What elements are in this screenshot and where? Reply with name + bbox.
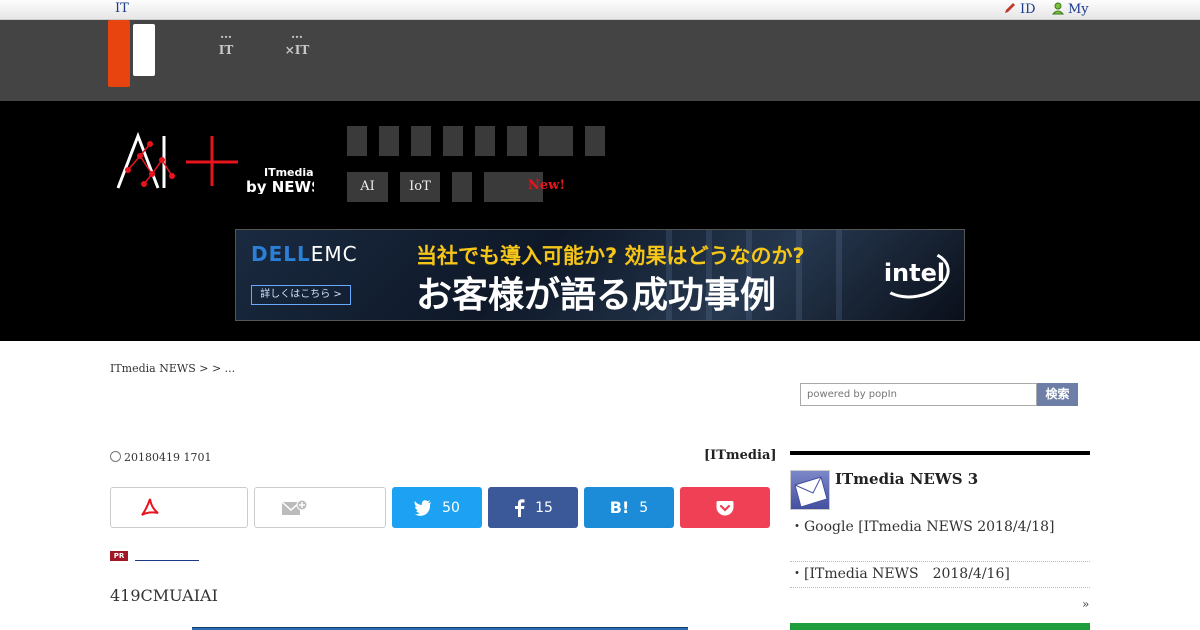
pr-badge: PR xyxy=(110,551,128,561)
itmedia-logo-orange[interactable] xyxy=(108,20,130,87)
section-menu-extra[interactable] xyxy=(452,172,472,202)
hatena-icon: B! xyxy=(609,498,630,517)
logo-sub-bottom: by NEWS xyxy=(246,178,314,194)
id-label: ID xyxy=(1020,2,1036,17)
top-utility-bar: IT ID My xyxy=(0,0,1200,20)
facebook-share-button[interactable]: 15 xyxy=(488,487,578,528)
facebook-count: 15 xyxy=(535,499,553,516)
article-lead: 419CMUAIAI xyxy=(110,586,218,605)
ai-plus-logo-icon: ITmedia by NEWS xyxy=(116,131,322,196)
article-date: 20180419 1701 xyxy=(110,451,211,464)
new-badge: New! xyxy=(528,178,566,193)
my-label: My xyxy=(1068,2,1089,17)
sidebar-item-1[interactable]: Google [ITmedia NEWS 2018/4/18] xyxy=(790,517,1090,562)
section-menu-8[interactable] xyxy=(585,126,605,156)
section-menu-7[interactable] xyxy=(539,126,573,156)
dell-emc-logo: DELLEMC xyxy=(251,242,358,266)
site-link[interactable]: IT xyxy=(115,1,129,16)
user-icon xyxy=(1051,2,1065,15)
sidebar-more-link[interactable]: » xyxy=(1082,597,1089,611)
my-link[interactable]: My xyxy=(1051,1,1089,17)
global-nav-item-1-line2: IT xyxy=(218,43,234,57)
section-menu-4[interactable] xyxy=(443,126,463,156)
pdf-icon xyxy=(141,498,159,516)
clock-icon xyxy=(110,451,121,462)
global-nav-item-2[interactable]: … ×IT xyxy=(280,26,314,58)
facebook-icon xyxy=(515,498,525,517)
pocket-icon xyxy=(716,500,734,515)
section-menu-3[interactable] xyxy=(411,126,431,156)
twitter-count: 50 xyxy=(442,499,460,516)
site-search: 検索 xyxy=(800,383,1078,406)
id-link[interactable]: ID xyxy=(1003,1,1036,17)
sidebar-item-2[interactable]: [ITmedia NEWS 2018/4/16] xyxy=(790,564,1090,588)
hatena-count: 5 xyxy=(639,499,649,516)
mail-share-button[interactable] xyxy=(254,487,386,528)
global-nav-item-1[interactable]: … IT xyxy=(214,26,238,58)
article-byline: [ITmedia] xyxy=(704,448,777,463)
global-nav-item-2-line1: … xyxy=(291,27,303,41)
newsletter-icon xyxy=(790,470,830,510)
breadcrumb[interactable]: ITmedia NEWS > > ... xyxy=(110,362,235,375)
global-nav-item-1-line1: … xyxy=(220,27,232,41)
pdf-button[interactable] xyxy=(110,487,248,528)
banner-detail-button[interactable]: 詳しくはこちら > xyxy=(251,285,351,305)
sidebar-next-block xyxy=(790,623,1090,630)
section-menu-ai[interactable]: AI xyxy=(347,172,388,202)
section-menu-iot[interactable]: IoT xyxy=(400,172,440,202)
hatena-bookmark-button[interactable]: B! 5 xyxy=(584,487,674,528)
sidebar-divider xyxy=(790,451,1090,455)
search-input[interactable] xyxy=(800,383,1037,406)
global-nav-item-2-line2: ×IT xyxy=(284,43,310,57)
mail-add-icon xyxy=(281,499,307,515)
section-menu-2[interactable] xyxy=(379,126,399,156)
twitter-share-button[interactable]: 50 xyxy=(392,487,482,528)
twitter-icon xyxy=(414,499,432,516)
article-date-text: 20180419 1701 xyxy=(124,451,212,464)
ad-banner[interactable]: DELLEMC 詳しくはこちら > 当社でも導入可能か? 効果はどうなのか? お… xyxy=(235,229,965,321)
sidebar-title: ITmedia NEWS 3 xyxy=(835,470,979,488)
global-nav xyxy=(0,20,1200,101)
section-menu-1[interactable] xyxy=(347,126,367,156)
itmedia-logo-white[interactable] xyxy=(133,24,155,76)
pr-link[interactable] xyxy=(135,560,199,561)
section-menu-6[interactable] xyxy=(507,126,527,156)
ai-plus-logo[interactable]: ITmedia by NEWS xyxy=(114,130,322,198)
pencil-icon xyxy=(1005,3,1015,13)
pocket-button[interactable] xyxy=(680,487,770,528)
section-menu-5[interactable] xyxy=(475,126,495,156)
intel-logo: intel xyxy=(874,244,954,304)
search-button[interactable]: 検索 xyxy=(1037,383,1078,406)
banner-main-copy: お客様が語る成功事例 xyxy=(416,275,777,316)
